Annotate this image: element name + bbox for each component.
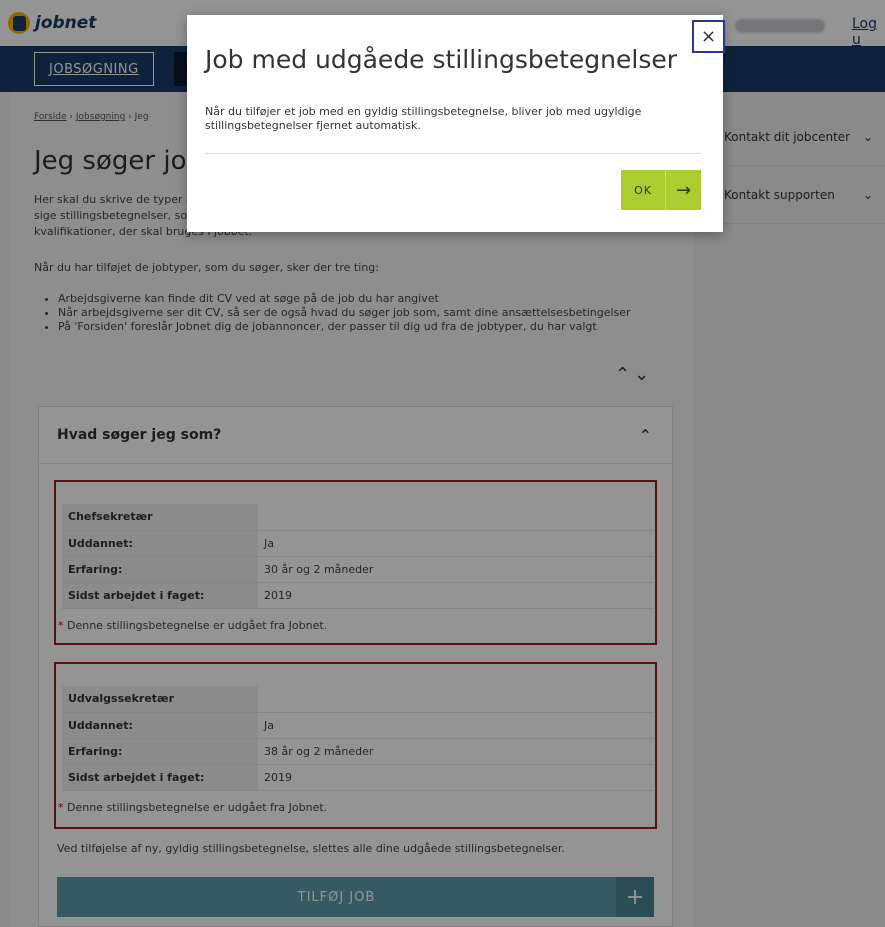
modal-text: Når du tilføjer et job med en gyldig sti… <box>205 105 642 132</box>
ok-button[interactable]: OK → <box>621 170 701 210</box>
modal-title: Job med udgåede stillingsbetegnelser <box>205 45 678 74</box>
close-button[interactable]: × <box>692 20 725 53</box>
modal-dialog: Job med udgåede stillingsbetegnelser × N… <box>187 15 725 232</box>
ok-label: OK <box>634 183 652 197</box>
close-icon: × <box>700 26 717 47</box>
divider <box>205 153 701 154</box>
arrow-right-icon: → <box>665 170 701 210</box>
